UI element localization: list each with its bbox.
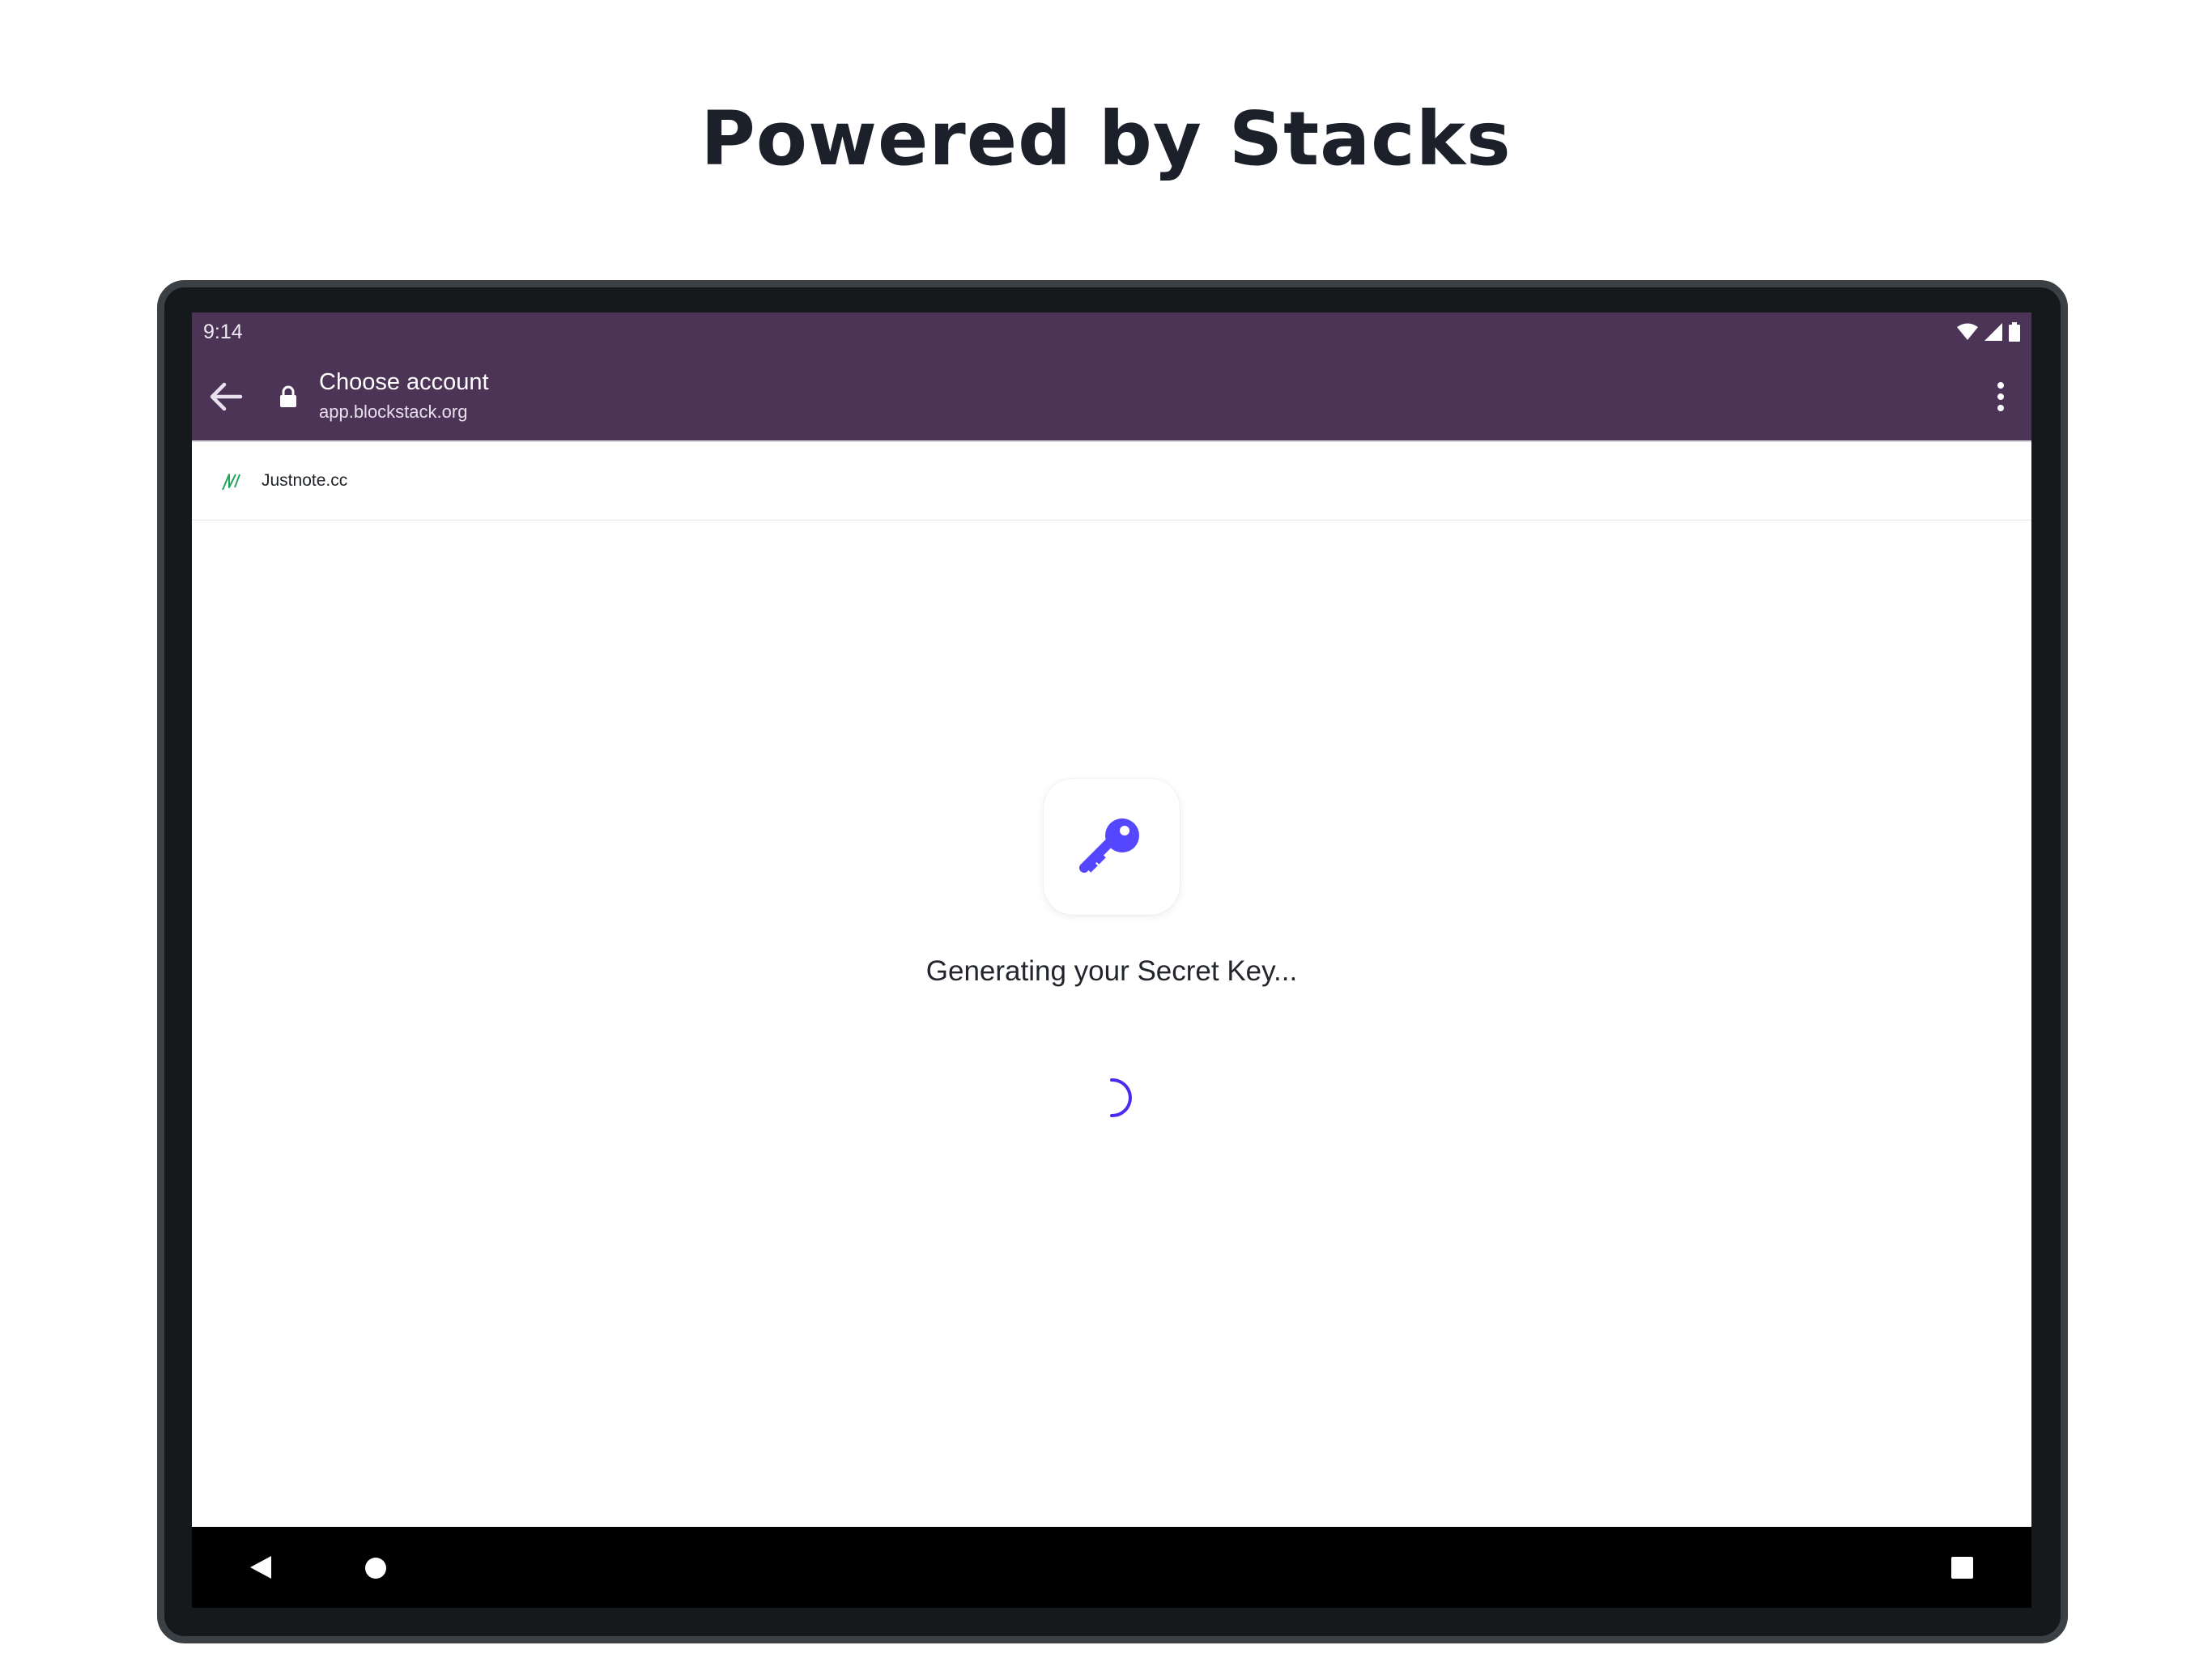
- app-header: Justnote.cc: [192, 442, 2031, 520]
- back-button[interactable]: [203, 374, 249, 419]
- status-time: 9:14: [203, 321, 243, 343]
- overflow-menu-button[interactable]: [1984, 376, 2017, 418]
- system-nav-bar: [192, 1527, 2031, 1608]
- lock-icon: [279, 385, 297, 408]
- header-divider: [192, 520, 2031, 521]
- battery-icon: [2009, 322, 2020, 342]
- arrow-back-icon: [210, 382, 243, 411]
- app-name: Justnote.cc: [262, 471, 348, 490]
- nav-recents-icon[interactable]: [1951, 1557, 1973, 1579]
- key-card: [1044, 779, 1180, 915]
- loading-spinner-icon: [1110, 1078, 1132, 1117]
- browser-app-bar: Choose account app.blockstack.org: [192, 351, 2031, 440]
- signal-icon: [1984, 323, 2002, 341]
- status-bar: 9:14: [192, 312, 2031, 351]
- status-icons: [1957, 321, 2020, 343]
- key-icon: [1079, 818, 1139, 873]
- more-vert-icon: [1997, 382, 2004, 411]
- nav-back-icon[interactable]: [249, 1554, 274, 1580]
- page-url: app.blockstack.org: [319, 402, 468, 422]
- generating-status-text: Generating your Secret Key...: [925, 955, 1298, 987]
- nav-home-icon[interactable]: [364, 1557, 387, 1579]
- justnote-logo-icon: [221, 471, 242, 492]
- device-screen: 9:14 Choose account app.blockstack.org J…: [192, 312, 2031, 1608]
- page-title: Choose account: [319, 369, 489, 395]
- page-headline: Powered by Stacks: [700, 96, 1512, 182]
- wifi-icon: [1957, 323, 1978, 340]
